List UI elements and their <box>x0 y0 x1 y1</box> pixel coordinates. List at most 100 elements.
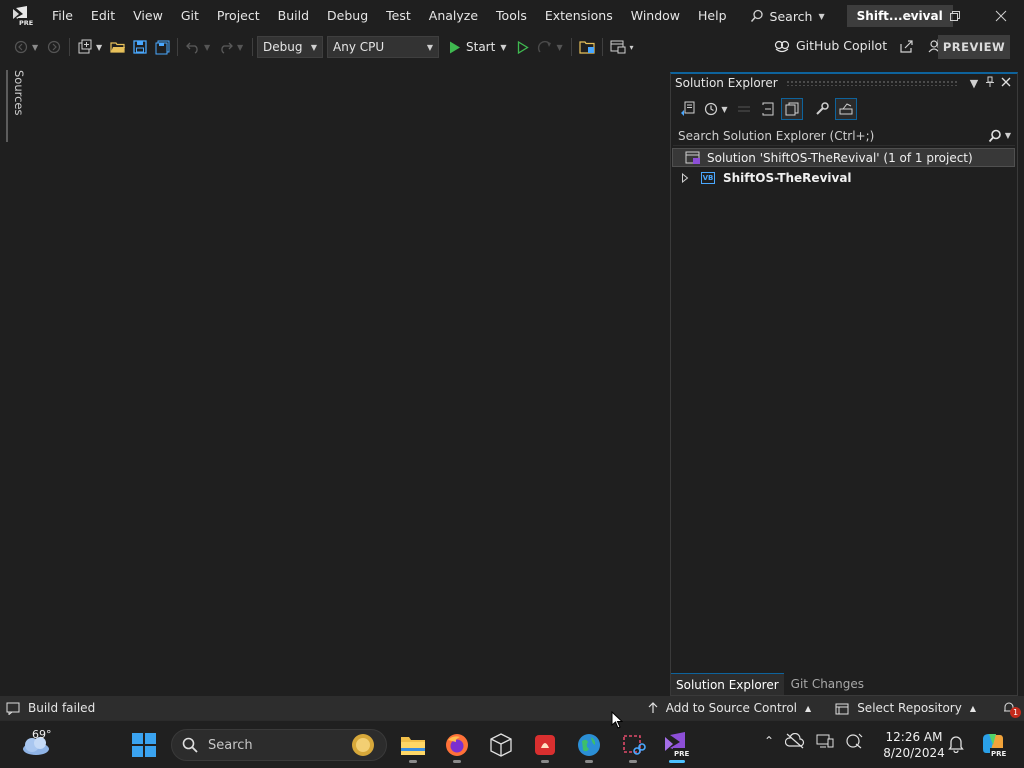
chevron-up-icon[interactable]: ⌃ <box>764 734 774 748</box>
globe-app-icon[interactable] <box>574 727 604 763</box>
switch-views-icon[interactable] <box>677 98 699 120</box>
undo-icon[interactable] <box>184 38 202 56</box>
file-explorer-icon[interactable] <box>398 727 428 763</box>
menu-build[interactable]: Build <box>269 0 318 32</box>
visual-studio-logo-icon[interactable]: PRE <box>11 6 33 27</box>
taskbar-apps: PRE <box>398 727 692 767</box>
chevron-down-icon: ▼ <box>426 42 433 52</box>
notification-center-icon[interactable] <box>948 735 964 756</box>
pin-icon[interactable] <box>982 76 998 91</box>
chevron-down-icon[interactable]: ▼ <box>237 43 245 52</box>
virtual-box-icon[interactable] <box>486 727 516 763</box>
copilot-logo-badge-text: PRE <box>991 750 1006 757</box>
menu-analyze[interactable]: Analyze <box>420 0 487 32</box>
menu-file[interactable]: File <box>43 0 82 32</box>
start-debugging-button[interactable]: Start ▼ <box>449 40 506 54</box>
sync-with-active-document-icon[interactable] <box>733 98 755 120</box>
menu-edit[interactable]: Edit <box>82 0 124 32</box>
copilot-taskbar-icon[interactable]: PRE <box>980 731 1007 758</box>
chevron-down-icon[interactable]: ▾ <box>629 43 637 52</box>
back-navigation-icon[interactable] <box>12 38 30 56</box>
running-indicator <box>585 760 593 763</box>
tab-git-changes[interactable]: Git Changes <box>786 673 869 695</box>
add-to-source-control-button[interactable]: Add to Source Control ▲ <box>648 701 811 715</box>
chevron-down-icon[interactable]: ▼ <box>204 43 212 52</box>
select-repository-button[interactable]: Select Repository ▲ <box>835 701 976 715</box>
menu-project[interactable]: Project <box>208 0 269 32</box>
start-without-debugging-icon[interactable] <box>514 38 532 56</box>
taskbar-clock[interactable]: 12:26 AM 8/20/2024 <box>880 729 948 761</box>
data-sources-tab[interactable]: Data Sources <box>6 70 40 142</box>
show-all-files-icon[interactable] <box>781 98 803 120</box>
tree-item-project[interactable]: VB ShiftOS-TheRevival <box>671 168 1017 187</box>
feature-search-button[interactable]: Search ▼ <box>750 9 825 24</box>
save-icon[interactable] <box>131 38 149 56</box>
display-icon[interactable] <box>816 733 834 749</box>
hot-reload-icon[interactable] <box>536 38 554 56</box>
chevron-down-icon[interactable]: ▼ <box>966 77 982 90</box>
weather-temperature: 69° <box>32 728 52 741</box>
notifications-button[interactable]: 1 <box>994 696 1024 720</box>
chevron-down-icon[interactable]: ▼ <box>1005 131 1011 140</box>
solution-search-input[interactable]: Search Solution Explorer (Ctrl+;) ▼ <box>673 126 1015 146</box>
chevron-down-icon[interactable]: ▼ <box>96 43 104 52</box>
properties-wrench-icon[interactable] <box>811 98 833 120</box>
search-icon <box>182 737 198 753</box>
preview-selected-items-icon[interactable] <box>835 98 857 120</box>
tree-item-solution[interactable]: Solution 'ShiftOS-TheRevival' (1 of 1 pr… <box>672 148 1015 167</box>
solution-platform-dropdown[interactable]: Any CPU ▼ <box>327 36 439 58</box>
vb-project-icon: VB <box>701 171 715 184</box>
open-folder-icon[interactable] <box>109 38 127 56</box>
output-window-icon[interactable] <box>6 702 20 715</box>
snipping-tool-icon[interactable] <box>618 727 648 763</box>
folder-view-icon[interactable] <box>578 38 596 56</box>
solution-configuration-dropdown[interactable]: Debug ▼ <box>257 36 323 58</box>
menu-debug[interactable]: Debug <box>318 0 377 32</box>
cloud-offline-icon[interactable] <box>785 733 805 749</box>
chevron-down-icon[interactable]: ▼ <box>556 43 564 52</box>
restore-icon[interactable] <box>932 0 978 32</box>
solution-explorer-header[interactable]: Solution Explorer ▼ <box>671 74 1017 92</box>
minimize-icon[interactable] <box>886 0 932 32</box>
taskbar-search-box[interactable]: Search <box>171 729 387 761</box>
close-icon[interactable] <box>998 77 1014 90</box>
network-icon[interactable] <box>845 733 863 749</box>
editor-area <box>28 62 669 696</box>
preview-badge[interactable]: PREVIEW <box>938 35 1010 59</box>
share-icon[interactable] <box>899 39 914 53</box>
pending-changes-filter-icon[interactable]: ▼ <box>701 98 731 120</box>
forward-navigation-icon[interactable] <box>45 38 63 56</box>
solution-explorer-panel: Solution Explorer ▼ ▼ Search Solution Ex… <box>670 72 1018 696</box>
visual-studio-preview-taskbar-icon[interactable]: PRE <box>662 727 692 763</box>
weather-widget[interactable]: 69° <box>18 728 58 759</box>
red-app-icon[interactable] <box>530 727 560 763</box>
menu-extensions[interactable]: Extensions <box>536 0 622 32</box>
taskbar-logo-badge-text: PRE <box>674 750 690 758</box>
expand-arrow-icon[interactable] <box>681 172 689 183</box>
windows-start-icon[interactable] <box>132 733 156 757</box>
window-controls <box>886 0 1024 32</box>
collapse-all-icon[interactable] <box>757 98 779 120</box>
menu-git[interactable]: Git <box>172 0 208 32</box>
menu-view[interactable]: View <box>124 0 172 32</box>
menu-help[interactable]: Help <box>689 0 736 32</box>
redo-icon[interactable] <box>217 38 235 56</box>
close-icon[interactable] <box>978 0 1024 32</box>
tab-solution-explorer[interactable]: Solution Explorer <box>671 673 784 695</box>
menu-window[interactable]: Window <box>622 0 689 32</box>
taskbar-search-placeholder: Search <box>208 737 253 753</box>
panel-drag-grip[interactable] <box>785 80 958 86</box>
chevron-down-icon[interactable]: ▼ <box>32 43 40 52</box>
running-indicator <box>409 760 417 763</box>
start-label: Start <box>466 40 496 54</box>
new-project-icon[interactable] <box>76 38 94 56</box>
running-indicator <box>541 760 549 763</box>
firefox-icon[interactable] <box>442 727 472 763</box>
system-tray: ⌃ <box>764 733 863 749</box>
menu-test[interactable]: Test <box>377 0 420 32</box>
github-copilot-button[interactable]: GitHub Copilot <box>774 38 944 53</box>
toolbar-separator <box>571 38 573 56</box>
layout-icon[interactable] <box>609 38 627 56</box>
save-all-icon[interactable] <box>153 38 171 56</box>
menu-tools[interactable]: Tools <box>487 0 536 32</box>
